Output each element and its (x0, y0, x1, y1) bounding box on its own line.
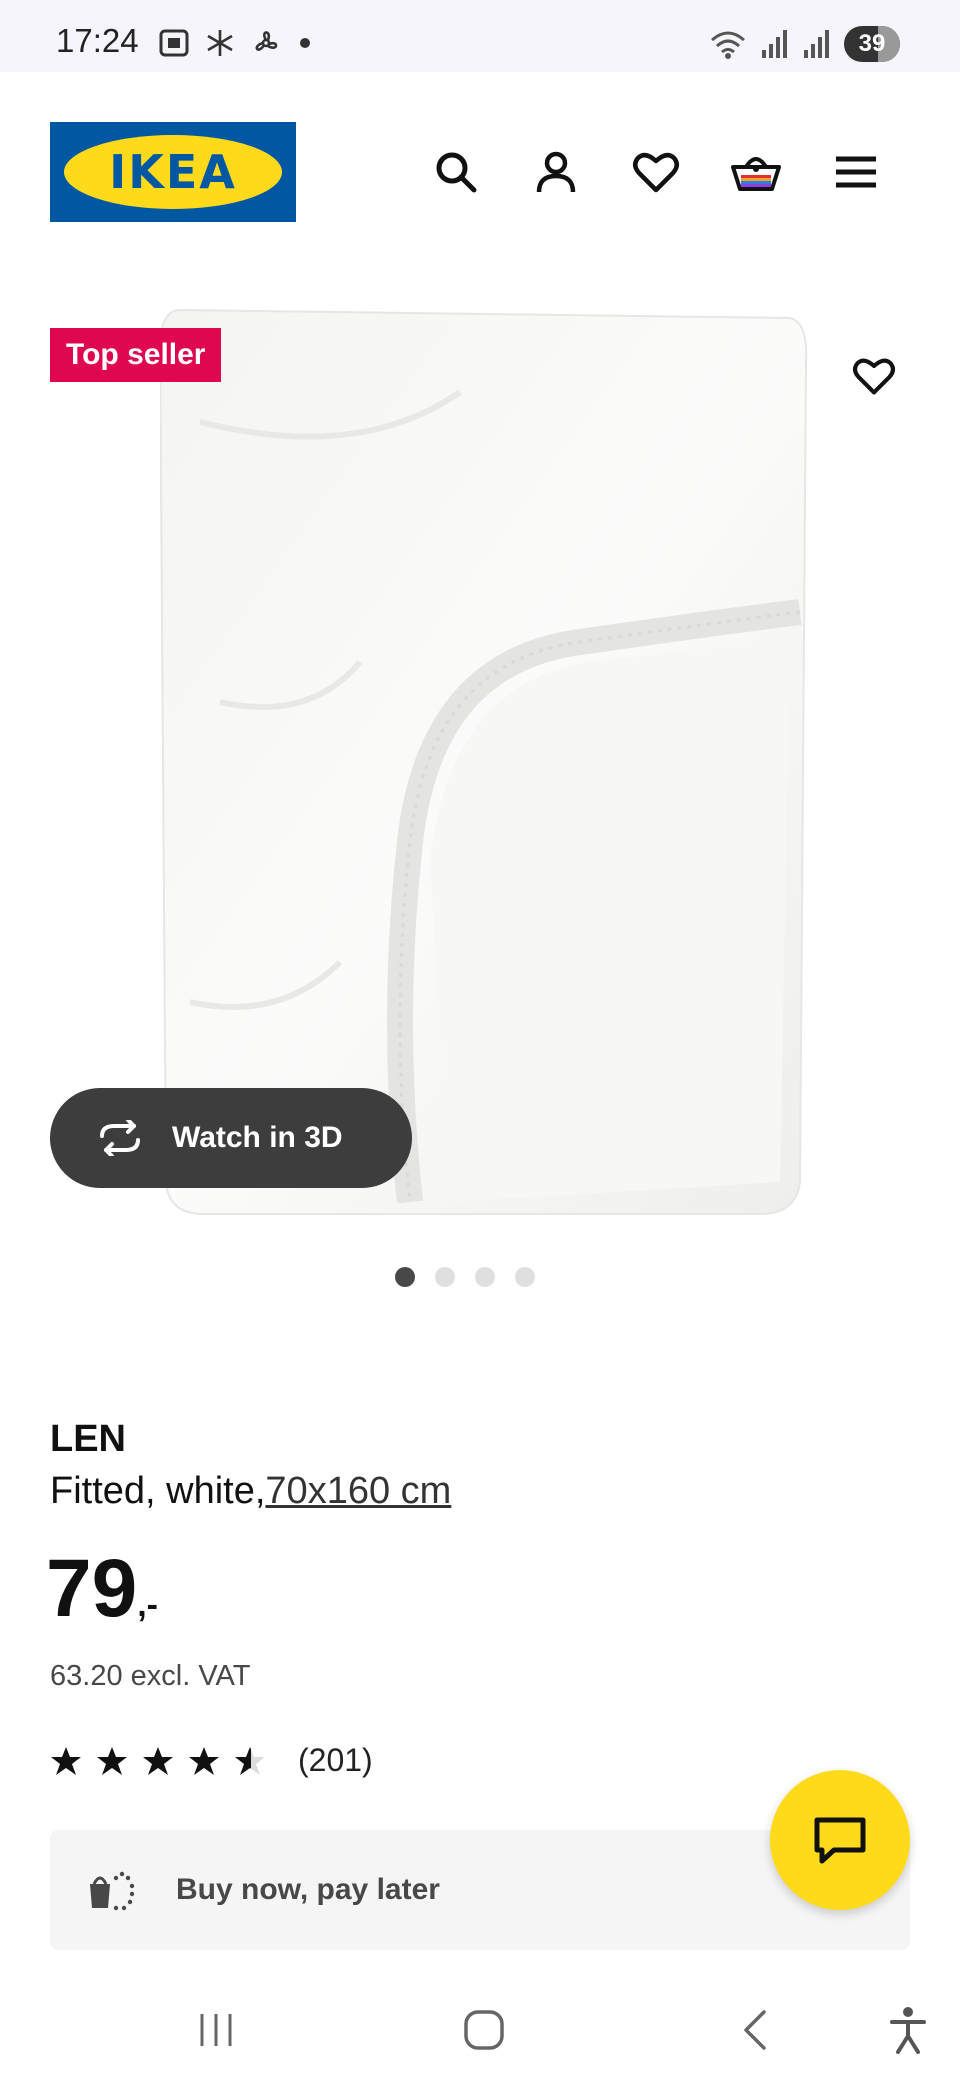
price-main: 79 (46, 1543, 138, 1634)
add-to-wishlist-button[interactable] (848, 350, 900, 402)
star-icon (189, 1746, 219, 1775)
wishlist-button[interactable] (630, 146, 682, 198)
bnpl-icon (90, 1871, 135, 1911)
account-icon (536, 151, 576, 193)
home-button[interactable] (452, 1998, 516, 2062)
star-icon (143, 1746, 173, 1775)
accessibility-icon (890, 2007, 926, 2054)
star-half-icon (235, 1746, 265, 1775)
basket-button[interactable] (730, 146, 782, 198)
product-rating[interactable]: (201) (50, 1742, 373, 1779)
basket-icon (731, 157, 781, 191)
top-seller-badge: Top seller (50, 328, 222, 382)
status-bar: 17:24 39 (0, 0, 960, 72)
accessibility-button[interactable] (876, 1998, 940, 2062)
carousel-dot[interactable] (395, 1267, 415, 1287)
product-gallery[interactable]: Top seller Watch in 3D (0, 290, 960, 1287)
carousel-dot[interactable] (475, 1267, 495, 1287)
search-button[interactable] (430, 146, 482, 198)
bnpl-label: Buy now, pay later (176, 1873, 440, 1906)
recents-button[interactable] (184, 1998, 248, 2062)
price-excl-vat: 63.20 excl. VAT (50, 1660, 251, 1692)
back-button[interactable] (724, 1998, 788, 2062)
status-right-icons: 39 (708, 26, 900, 62)
screenshot-icon (159, 29, 189, 57)
heart-icon (633, 152, 679, 193)
watch-in-3d-button[interactable]: Watch in 3D (50, 1088, 412, 1188)
fan-icon (255, 31, 278, 51)
ikea-logo[interactable]: IKEA (50, 122, 296, 222)
carousel-dots (0, 1267, 960, 1287)
rotate-3d-icon (100, 1120, 140, 1156)
product-price: 79 ,- (46, 1548, 158, 1630)
snowflake-icon (207, 30, 233, 56)
dot-icon (300, 38, 310, 48)
signal-r-icon (804, 30, 829, 58)
logo-text: IKEA (109, 145, 237, 199)
system-nav-bar (0, 1980, 960, 2080)
menu-button[interactable] (830, 146, 882, 198)
product-description-text: Fitted, white, (50, 1470, 266, 1512)
star-icon (51, 1746, 81, 1775)
heart-icon (853, 358, 895, 395)
carousel-dot[interactable] (515, 1267, 535, 1287)
chat-button[interactable] (770, 1770, 910, 1910)
watch-in-3d-label: Watch in 3D (172, 1121, 343, 1154)
product-name: LEN (50, 1418, 126, 1460)
signal-icon (762, 30, 787, 58)
product-image (160, 308, 808, 1215)
rating-stars (50, 1745, 266, 1777)
wifi-icon (711, 31, 745, 59)
review-count: (201) (298, 1742, 373, 1778)
product-size-link[interactable]: 70x160 cm (265, 1470, 451, 1512)
product-description: Fitted, white,70x160 cm (50, 1470, 451, 1513)
price-suffix: ,- (137, 1586, 158, 1624)
status-time: 17:24 (56, 22, 139, 59)
home-icon (464, 2010, 504, 2050)
site-header: IKEA (0, 72, 960, 272)
chat-icon (814, 1817, 866, 1864)
star-icon (97, 1746, 127, 1775)
status-left-icons (158, 28, 310, 58)
recents-icon (200, 2014, 232, 2046)
account-button[interactable] (530, 146, 582, 198)
search-icon (436, 152, 477, 193)
carousel-dot[interactable] (435, 1267, 455, 1287)
header-icons (430, 146, 882, 198)
back-icon (744, 2010, 766, 2050)
battery-indicator: 39 (844, 26, 900, 62)
menu-icon (836, 156, 876, 188)
